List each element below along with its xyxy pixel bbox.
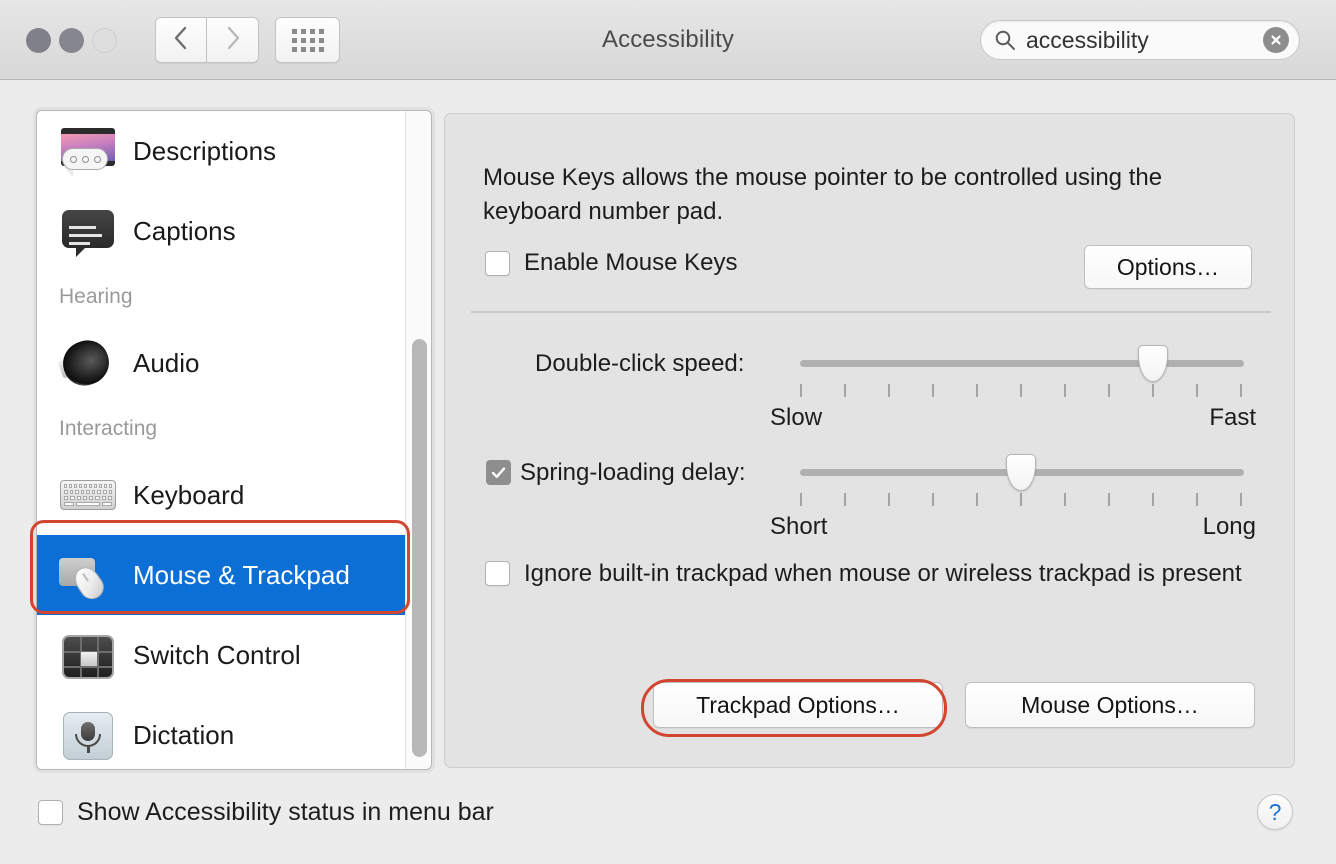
sidebar-item-audio[interactable]: Audio	[37, 323, 407, 403]
mouse-keys-options-button[interactable]: Options…	[1084, 245, 1252, 289]
double-click-speed-label: Double-click speed:	[535, 350, 744, 378]
sidebar-item-label: Switch Control	[133, 640, 301, 671]
sidebar-list: Descriptions Captions Hearing Audio Inte…	[37, 111, 407, 770]
sidebar-item-label: Dictation	[133, 720, 234, 751]
dictation-microphone-icon	[59, 706, 117, 764]
section-divider	[471, 311, 1271, 313]
accessibility-feature-sidebar: Descriptions Captions Hearing Audio Inte…	[36, 110, 432, 770]
sidebar-group-interacting: Interacting	[37, 403, 407, 455]
sidebar-item-label: Mouse & Trackpad	[133, 560, 350, 591]
sidebar-item-label: Audio	[133, 348, 200, 379]
double-click-speed-ticks	[800, 384, 1244, 397]
switch-control-icon	[59, 626, 117, 684]
search-icon	[994, 29, 1016, 51]
sidebar-item-descriptions[interactable]: Descriptions	[37, 111, 407, 191]
search-field[interactable]: accessibility	[980, 20, 1300, 60]
ignore-builtin-trackpad-row[interactable]: Ignore built-in trackpad when mouse or w…	[485, 556, 1265, 592]
sidebar-item-label: Descriptions	[133, 136, 276, 167]
sidebar-item-mouse-trackpad[interactable]: Mouse & Trackpad	[37, 535, 407, 615]
double-click-speed-min-label: Slow	[770, 404, 822, 432]
double-click-speed-thumb[interactable]	[1138, 345, 1168, 382]
sidebar-group-hearing: Hearing	[37, 271, 407, 323]
sidebar-item-captions[interactable]: Captions	[37, 191, 407, 271]
enable-mouse-keys-label: Enable Mouse Keys	[524, 249, 737, 277]
mouse-options-button[interactable]: Mouse Options…	[965, 682, 1255, 728]
spring-loading-delay-ticks	[800, 493, 1244, 506]
sidebar-scrollbar-thumb[interactable]	[412, 339, 427, 757]
sidebar-item-label: Keyboard	[133, 480, 244, 511]
sidebar-scrollbar-track[interactable]	[405, 111, 431, 770]
ignore-builtin-trackpad-label: Ignore built-in trackpad when mouse or w…	[524, 556, 1264, 592]
mouse-keys-description: Mouse Keys allows the mouse pointer to b…	[483, 161, 1223, 229]
double-click-speed-track[interactable]	[800, 360, 1244, 367]
sidebar-item-switch-control[interactable]: Switch Control	[37, 615, 407, 695]
sidebar-item-keyboard[interactable]: Keyboard	[37, 455, 407, 535]
descriptions-icon	[59, 122, 117, 180]
show-accessibility-status-row[interactable]: Show Accessibility status in menu bar	[38, 798, 494, 827]
enable-mouse-keys-checkbox[interactable]	[485, 251, 510, 276]
ignore-builtin-trackpad-checkbox[interactable]	[485, 561, 510, 586]
trackpad-options-button[interactable]: Trackpad Options…	[653, 682, 943, 728]
search-input[interactable]: accessibility	[1026, 27, 1263, 54]
sidebar-item-dictation[interactable]: Dictation	[37, 695, 407, 770]
double-click-speed-max-label: Fast	[1209, 404, 1256, 432]
mouse-trackpad-icon	[59, 546, 117, 604]
show-accessibility-status-label: Show Accessibility status in menu bar	[77, 798, 494, 827]
clear-search-icon[interactable]	[1263, 27, 1289, 53]
spring-loading-delay-checkbox[interactable]	[486, 460, 511, 485]
help-button[interactable]: ?	[1257, 794, 1293, 830]
spring-loading-delay-max-label: Long	[1203, 513, 1256, 541]
mouse-trackpad-settings-panel: Mouse Keys allows the mouse pointer to b…	[444, 113, 1295, 768]
window-titlebar: Accessibility accessibility	[0, 0, 1336, 80]
keyboard-icon	[59, 466, 117, 524]
sidebar-item-label: Captions	[133, 216, 236, 247]
spring-loading-delay-min-label: Short	[770, 513, 827, 541]
captions-icon	[59, 202, 117, 260]
spring-loading-delay-thumb[interactable]	[1006, 454, 1036, 491]
enable-mouse-keys-row[interactable]: Enable Mouse Keys	[485, 249, 737, 277]
show-accessibility-status-checkbox[interactable]	[38, 800, 63, 825]
accessibility-preferences-window: Accessibility accessibility Descriptions	[0, 0, 1336, 864]
audio-speaker-icon	[59, 334, 117, 392]
spring-loading-delay-label: Spring-loading delay:	[520, 459, 745, 487]
